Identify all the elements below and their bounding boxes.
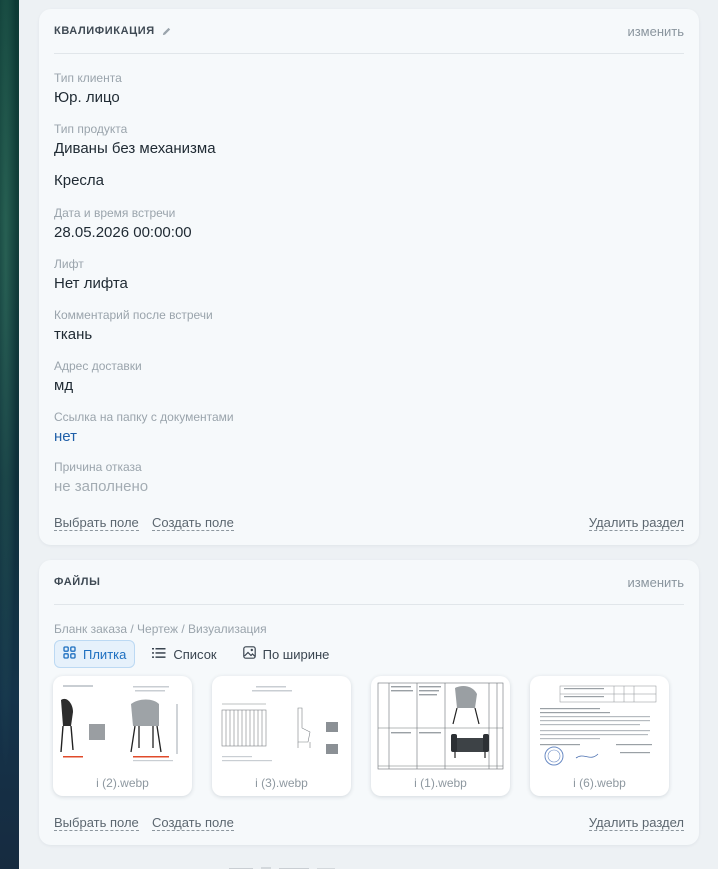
image-icon: [242, 646, 256, 662]
file-tile[interactable]: i (1).webp: [371, 676, 510, 796]
field-label: Ссылка на папку с документами: [54, 410, 234, 424]
sidebar-background: [0, 0, 19, 869]
choose-field-link[interactable]: Выбрать поле: [54, 815, 139, 831]
field-client-type: Тип клиента Юр. лицо: [54, 71, 122, 106]
view-list-label: Список: [173, 646, 217, 662]
field-value[interactable]: Кресла: [54, 172, 216, 189]
field-elevator: Лифт Нет лифта: [54, 257, 128, 292]
view-tiles-button[interactable]: Плитка: [54, 640, 136, 668]
field-label: Адрес доставки: [54, 359, 142, 373]
field-label: Дата и время встречи: [54, 206, 176, 220]
delete-section-link[interactable]: Удалить раздел: [588, 515, 684, 531]
file-thumbnail: [536, 682, 663, 770]
field-value[interactable]: Диваны без механизма: [54, 140, 216, 157]
field-value[interactable]: Юр. лицо: [54, 89, 122, 106]
field-label: Лифт: [54, 257, 84, 271]
files-title: ФАЙЛЫ: [54, 576, 101, 588]
file-tile[interactable]: i (6).webp: [530, 676, 669, 796]
field-docs-link: Ссылка на папку с документами нет: [54, 410, 234, 445]
file-tile[interactable]: i (2).webp: [53, 676, 192, 796]
file-name: i (3).webp: [255, 776, 308, 790]
field-value[interactable]: ткань: [54, 326, 213, 343]
field-value[interactable]: не заполнено: [54, 478, 148, 495]
create-field-link[interactable]: Создать поле: [152, 515, 234, 531]
file-tiles: i (2).webp i (3).webp i (1).webp i (6).w…: [53, 676, 669, 796]
view-switch: Плитка Список По ширине: [54, 640, 338, 668]
create-field-link[interactable]: Создать поле: [152, 815, 234, 831]
file-name: i (1).webp: [414, 776, 467, 790]
field-delivery-address: Адрес доставки мд: [54, 359, 142, 394]
field-refusal-reason: Причина отказа не заполнено: [54, 460, 148, 495]
field-label: Тип клиента: [54, 71, 122, 85]
file-name: i (2).webp: [96, 776, 149, 790]
field-product-type: Тип продукта Диваны без механизма Кресла: [54, 122, 216, 189]
pencil-icon[interactable]: [161, 26, 172, 37]
field-comment: Комментарий после встречи ткань: [54, 308, 213, 343]
files-card: ФАЙЛЫ изменить Бланк заказа / Чертеж / В…: [39, 560, 699, 845]
field-label: Комментарий после встречи: [54, 308, 213, 322]
files-edit-link[interactable]: изменить: [627, 575, 684, 590]
view-list-button[interactable]: Список: [143, 640, 225, 668]
choose-field-link[interactable]: Выбрать поле: [54, 515, 139, 531]
view-tiles-label: Плитка: [83, 646, 127, 662]
view-width-label: По ширине: [262, 646, 330, 662]
view-width-button[interactable]: По ширине: [234, 640, 339, 668]
qualification-edit-link[interactable]: изменить: [627, 24, 684, 39]
file-tile[interactable]: i (3).webp: [212, 676, 351, 796]
list-icon: [152, 647, 166, 662]
file-thumbnail: [377, 682, 504, 770]
field-value[interactable]: Нет лифта: [54, 275, 128, 292]
next-section-peek: [39, 860, 699, 869]
files-field-label: Бланк заказа / Чертеж / Визуализация: [54, 622, 267, 636]
grid-icon: [63, 646, 76, 662]
field-meeting-datetime: Дата и время встречи 28.05.2026 00:00:00: [54, 206, 192, 241]
field-label: Тип продукта: [54, 122, 128, 136]
field-label: Причина отказа: [54, 460, 142, 474]
field-value[interactable]: мд: [54, 377, 142, 394]
qualification-card: КВАЛИФИКАЦИЯ изменить Тип клиента Юр. ли…: [39, 9, 699, 545]
docs-link[interactable]: нет: [54, 428, 234, 445]
file-name: i (6).webp: [573, 776, 626, 790]
files-header: ФАЙЛЫ изменить: [54, 560, 684, 605]
file-thumbnail: [218, 682, 345, 770]
qualification-header: КВАЛИФИКАЦИЯ изменить: [54, 9, 684, 54]
file-thumbnail: [59, 682, 186, 770]
field-value[interactable]: 28.05.2026 00:00:00: [54, 224, 192, 241]
delete-section-link[interactable]: Удалить раздел: [588, 815, 684, 831]
qualification-title: КВАЛИФИКАЦИЯ: [54, 25, 155, 37]
